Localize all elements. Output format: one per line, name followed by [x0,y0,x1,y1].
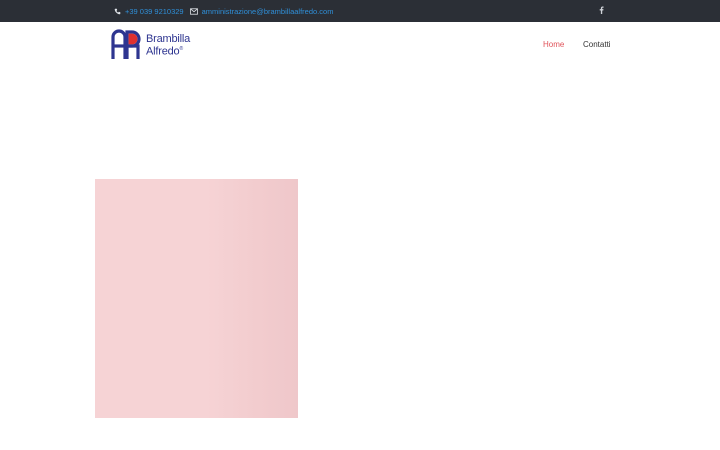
nav-contatti[interactable]: Contatti [583,40,611,49]
phone-icon [113,7,121,15]
email-address[interactable]: amministrazione@brambillaalfredo.com [202,7,334,16]
top-bar: +39 039 9210329 amministrazione@brambill… [0,0,720,22]
phone-link[interactable]: +39 039 9210329 [113,7,184,16]
envelope-icon [189,7,198,15]
hero-image-placeholder [95,179,298,418]
email-link[interactable]: amministrazione@brambillaalfredo.com [189,7,334,16]
main-nav: Home Contatti [0,40,720,50]
nav-home[interactable]: Home [543,40,564,49]
phone-number[interactable]: +39 039 9210329 [125,7,184,16]
facebook-icon[interactable] [599,6,604,16]
contact-info: +39 039 9210329 amministrazione@brambill… [113,0,333,22]
facebook-link[interactable] [599,0,604,22]
